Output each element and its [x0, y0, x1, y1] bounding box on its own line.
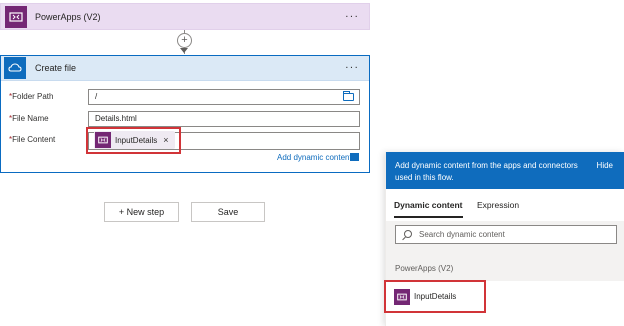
connector-arrow-icon: [180, 48, 188, 53]
highlight-box-token: [86, 127, 181, 154]
folder-path-input[interactable]: /: [88, 89, 360, 105]
create-file-header[interactable]: Create file ···: [1, 56, 369, 81]
card-more-options-button[interactable]: ···: [345, 62, 359, 74]
section-label-powerapps: PowerApps (V2): [395, 264, 454, 273]
powerapps-trigger-card[interactable]: PowerApps (V2) ···: [0, 3, 370, 30]
highlight-box-dynamic-item: [384, 280, 486, 313]
search-input[interactable]: [419, 228, 609, 241]
add-dynamic-content-link[interactable]: Add dynamic content: [277, 153, 352, 162]
onedrive-cloud-icon: [4, 57, 26, 79]
panel-header: Add dynamic content from the apps and co…: [386, 152, 624, 189]
dynamic-content-icon[interactable]: [350, 153, 359, 161]
file-name-row: *File Name Details.html: [0, 111, 370, 127]
save-button[interactable]: Save: [191, 202, 265, 222]
file-name-value: Details.html: [95, 114, 137, 123]
folder-picker-icon[interactable]: [343, 91, 354, 101]
panel-description: Add dynamic content from the apps and co…: [395, 161, 578, 182]
trigger-title: PowerApps (V2): [35, 11, 101, 22]
insert-step-button[interactable]: +: [177, 33, 192, 48]
file-name-input[interactable]: Details.html: [88, 111, 360, 127]
search-dynamic-content[interactable]: [395, 225, 617, 244]
powerapps-icon: [5, 5, 27, 28]
file-content-label: *File Content: [9, 135, 56, 144]
folder-path-row: *Folder Path /: [0, 89, 370, 105]
hide-panel-button[interactable]: Hide: [597, 161, 613, 170]
file-name-label: *File Name: [9, 114, 49, 123]
new-step-button[interactable]: + New step: [104, 202, 179, 222]
trigger-more-options-button[interactable]: ···: [345, 11, 359, 22]
tab-dynamic-content[interactable]: Dynamic content: [394, 200, 463, 210]
tab-expression[interactable]: Expression: [477, 200, 519, 210]
file-content-row: *File Content: [0, 132, 370, 150]
folder-path-value: /: [95, 92, 98, 101]
search-icon: [404, 230, 412, 238]
folder-path-label: *Folder Path: [9, 92, 54, 101]
active-tab-indicator: [394, 216, 463, 218]
card-title: Create file: [35, 63, 77, 73]
panel-tabs: Dynamic content Expression: [386, 189, 624, 221]
